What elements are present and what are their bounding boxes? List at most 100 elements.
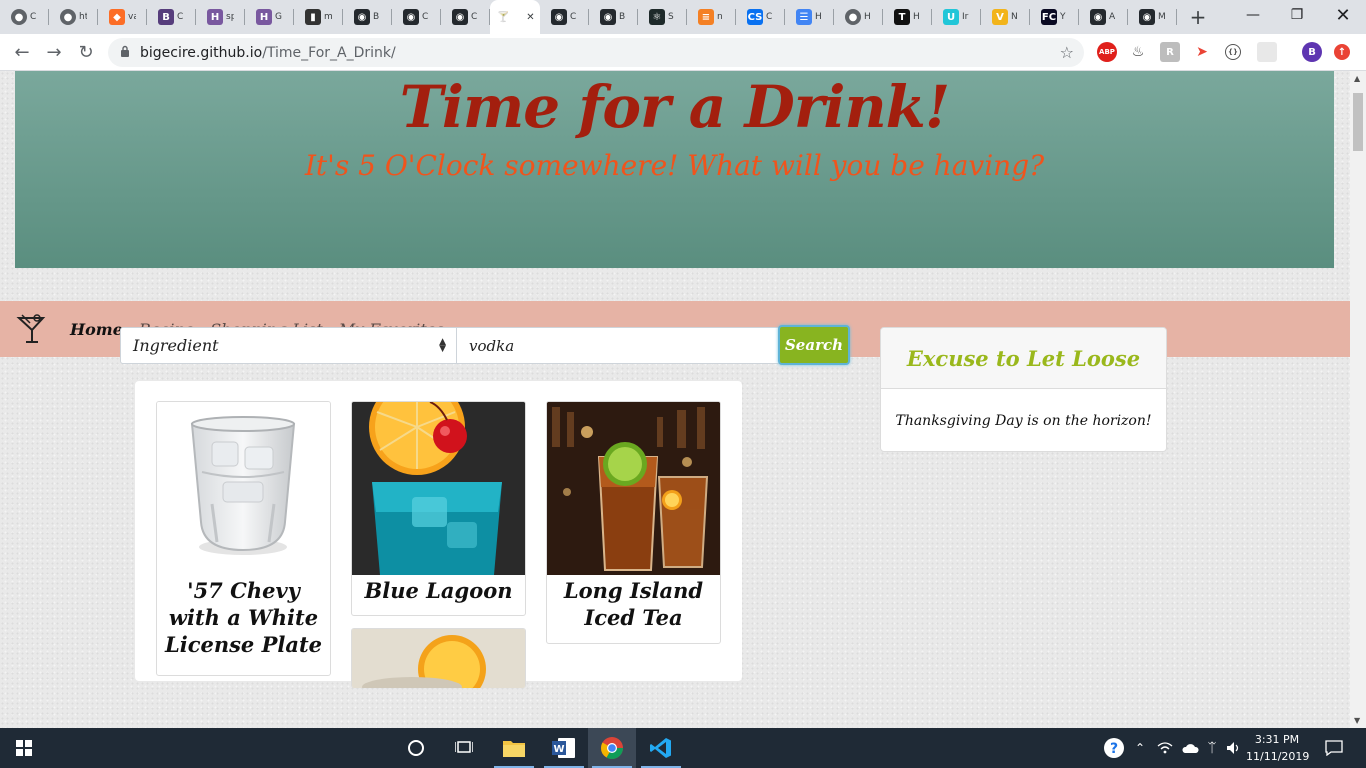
tab-title: H <box>913 12 920 22</box>
task-view-icon[interactable] <box>440 728 488 768</box>
scroll-up-arrow-icon[interactable]: ▲ <box>1354 74 1360 83</box>
browser-tab[interactable]: ● ht <box>49 0 98 34</box>
browser-tab[interactable]: ◉ A <box>1079 0 1128 34</box>
file-explorer-icon[interactable] <box>490 728 538 768</box>
tab-title: Y <box>1060 12 1066 22</box>
search-type-select[interactable]: Ingredient ▲ ▼ <box>120 327 457 364</box>
address-bar[interactable]: bigecire.github.io/Time_For_A_Drink/ ☆ <box>108 38 1084 67</box>
drink-name: Blue Lagoon <box>364 578 513 603</box>
profile-avatar[interactable]: B <box>1302 42 1322 62</box>
tab-title: H <box>864 12 871 22</box>
cortana-search-icon[interactable] <box>392 728 440 768</box>
browser-tab[interactable]: HG <box>245 0 294 34</box>
browser-tab[interactable]: ▮ m <box>294 0 343 34</box>
back-button[interactable]: ← <box>6 36 38 68</box>
tab-title: n <box>717 12 723 22</box>
select-caret-icon: ▲ ▼ <box>439 336 446 354</box>
network-wifi-icon[interactable] <box>1156 728 1174 768</box>
reload-button[interactable]: ↻ <box>70 36 102 68</box>
gitlab-icon: ◆ <box>109 9 125 25</box>
tab-title: G <box>275 12 282 22</box>
bookmark-icon: ▮ <box>305 9 321 25</box>
browser-tab[interactable]: U Ir <box>932 0 981 34</box>
tab-title: M <box>1158 12 1166 22</box>
browser-tab[interactable]: ◉ C <box>392 0 441 34</box>
flame-extension-icon[interactable]: ♨ <box>1128 42 1148 62</box>
excuse-text: Thanksgiving Day is on the horizon! <box>895 412 1152 429</box>
drink-card[interactable] <box>351 628 526 688</box>
bluetooth-icon[interactable]: ᛠ <box>1204 728 1220 768</box>
drink-card[interactable]: Long Island Iced Tea <box>546 401 721 644</box>
update-available-icon[interactable]: ↑ <box>1334 44 1350 60</box>
onedrive-cloud-icon[interactable] <box>1180 728 1200 768</box>
browser-tab[interactable]: ◉ B <box>343 0 392 34</box>
browser-tab[interactable]: ◉ C <box>441 0 490 34</box>
tab-title: Ir <box>962 12 969 22</box>
show-hidden-icons-chevron-icon[interactable]: ⌃ <box>1132 728 1148 768</box>
word-icon[interactable]: W <box>540 728 588 768</box>
bookmark-star-icon[interactable]: ☆ <box>1060 43 1074 62</box>
page-scrollbar[interactable]: ▲ ▼ <box>1350 71 1366 728</box>
scroll-down-arrow-icon[interactable]: ▼ <box>1354 716 1360 725</box>
browser-tab[interactable]: ◉ B <box>589 0 638 34</box>
nytimes-icon: T <box>894 9 910 25</box>
profile-initial: B <box>1308 46 1316 58</box>
search-type-value: Ingredient <box>133 336 219 355</box>
browser-tab[interactable]: BC <box>147 0 196 34</box>
svg-text:W: W <box>553 744 564 755</box>
tab-title: va <box>128 12 136 22</box>
close-tab-icon[interactable]: ✕ <box>526 12 534 23</box>
forward-button[interactable]: → <box>38 36 70 68</box>
browser-tab[interactable]: ● C <box>0 0 49 34</box>
svg-text:?: ? <box>1110 741 1118 757</box>
help-question-icon[interactable]: ? <box>1100 728 1128 768</box>
close-window-button[interactable]: ✕ <box>1320 0 1366 30</box>
chrome-taskbar-icon[interactable] <box>588 728 636 768</box>
extension-puzzle-icon[interactable] <box>1257 42 1277 62</box>
tab-separator <box>1176 9 1177 25</box>
system-clock[interactable]: 3:31 PM 11/11/2019 <box>1246 731 1310 765</box>
scrollbar-thumb[interactable] <box>1353 93 1363 151</box>
adblock-plus-icon[interactable]: ABP <box>1097 42 1117 62</box>
cast-extension-icon[interactable]: ➤ <box>1192 42 1212 62</box>
browser-tab[interactable]: Hsp <box>196 0 245 34</box>
restore-button[interactable]: ❐ <box>1274 0 1320 30</box>
drink-card[interactable]: '57 Chevy with a White License Plate <box>156 401 331 676</box>
url-host: bigecire.github.io <box>140 44 263 61</box>
browser-tab[interactable]: 🍸 ✕ <box>490 0 540 34</box>
windows-start-icon[interactable] <box>0 728 48 768</box>
browser-tab[interactable]: ◉ C <box>540 0 589 34</box>
excuse-title: Excuse to Let Loose <box>881 328 1166 389</box>
react-devtools-icon[interactable]: R <box>1160 42 1180 62</box>
browser-tab[interactable]: ● H <box>834 0 883 34</box>
json-viewer-icon[interactable]: {} <box>1225 44 1241 60</box>
browser-tab[interactable]: ◆va <box>98 0 147 34</box>
volume-speaker-icon[interactable] <box>1224 728 1244 768</box>
hero-banner: Time for a Drink! It's 5 O'Clock somewhe… <box>15 71 1334 268</box>
search-button[interactable]: Search <box>778 325 850 365</box>
browser-tab[interactable]: TH <box>883 0 932 34</box>
ice-glass-photo <box>157 402 330 575</box>
tab-title: C <box>30 12 37 22</box>
browser-tab[interactable]: VN <box>981 0 1030 34</box>
cocktail-logo-icon[interactable] <box>16 312 46 346</box>
vscode-icon[interactable] <box>637 728 685 768</box>
clock-date: 11/11/2019 <box>1246 750 1310 763</box>
minimize-button[interactable]: — <box>1230 0 1276 30</box>
browser-tab[interactable]: ☰ H <box>785 0 834 34</box>
browser-tab[interactable]: ⚛ S <box>638 0 687 34</box>
nav-home[interactable]: Home <box>70 320 123 339</box>
action-center-icon[interactable] <box>1320 728 1348 768</box>
browser-tab[interactable]: ◉ M <box>1128 0 1177 34</box>
heroku-icon: H <box>256 9 272 25</box>
drink-name: Long Island Iced Tea <box>563 578 704 630</box>
search-input[interactable]: vodka <box>456 327 780 364</box>
clock-time: 3:31 PM <box>1254 733 1300 746</box>
new-tab-button[interactable]: + <box>1183 2 1213 32</box>
drink-card[interactable]: Blue Lagoon <box>351 401 526 616</box>
tab-title: C <box>471 12 478 22</box>
browser-tab[interactable]: FC Y <box>1030 0 1079 34</box>
freecodecamp-icon: FC <box>1041 9 1057 25</box>
browser-tab[interactable]: CS C <box>736 0 785 34</box>
browser-tab[interactable]: ≡ n <box>687 0 736 34</box>
